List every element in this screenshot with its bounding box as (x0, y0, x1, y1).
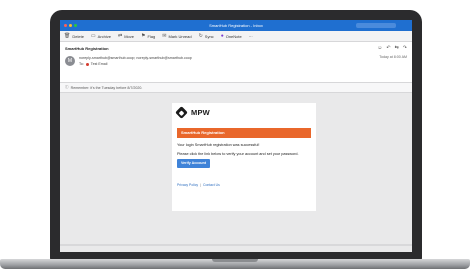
delete-label: Delete (72, 33, 84, 39)
email-client-window: SmartHub Registration - Inbox 🗑 Delete ▭… (60, 20, 412, 252)
email-message-line-1: Your login SmartHub registration was suc… (177, 143, 260, 147)
to-label: To: (79, 62, 84, 66)
footer-links: Privacy Policy | Contact Us (177, 183, 220, 187)
mark-unread-icon: ✉ (162, 32, 167, 39)
more-button[interactable]: ··· (249, 34, 253, 39)
flag-button[interactable]: ⚑ Flag (140, 32, 156, 39)
sender-addresses[interactable]: noreply-smarthub@smarthub.coop; noreply-… (79, 56, 192, 60)
recipient-line: To: Test Email (79, 62, 107, 66)
laptop-notch (212, 259, 258, 262)
message-toolbar: 🗑 Delete ▭ Archive ⇄ Move ⚑ Flag ✉ Mark … (60, 31, 412, 42)
delete-button[interactable]: 🗑 Delete (64, 32, 84, 39)
logo-mark-icon (175, 106, 188, 119)
sync-icon: ↻ (198, 32, 203, 39)
reply-all-icon[interactable]: ⇆ (395, 45, 399, 51)
sync-button[interactable]: ↻ Sync (198, 32, 214, 39)
privacy-policy-link[interactable]: Privacy Policy (177, 183, 198, 187)
company-logo: MPW (175, 106, 210, 119)
window-search-field[interactable] (356, 23, 396, 28)
archive-icon: ▭ (90, 32, 96, 39)
recipient-name[interactable]: Test Email (91, 62, 108, 66)
archive-label: Archive (97, 33, 111, 39)
email-content: MPW SmartHub Registration Your login Sma… (172, 103, 316, 211)
delete-icon: 🗑 (64, 32, 71, 39)
flag-label: Flag (147, 33, 156, 39)
header-actions: ☺ ↶ ⇆ ↷ (377, 45, 407, 51)
onenote-button[interactable]: ● OneNote (220, 32, 242, 39)
contact-us-link[interactable]: Contact Us (203, 183, 220, 187)
window-titlebar: SmartHub Registration - Inbox (60, 20, 412, 31)
move-label: Move (124, 33, 134, 39)
info-notice-bar: ⓘ Remember: it's the Tuesday before 8/7/… (60, 83, 412, 93)
forward-icon[interactable]: ↷ (403, 45, 407, 51)
email-message-line-2: Please click the link below to verify yo… (177, 152, 299, 156)
move-button[interactable]: ⇄ Move (118, 32, 134, 39)
mark-unread-button[interactable]: ✉ Mark Unread (162, 32, 192, 39)
recipient-status-dot (85, 62, 89, 66)
more-icon: ··· (248, 33, 253, 39)
archive-button[interactable]: ▭ Archive (90, 32, 111, 39)
verify-account-button[interactable]: Verify Account (177, 159, 210, 168)
horizontal-scrollbar[interactable] (60, 244, 412, 246)
notice-text: Remember: it's the Tuesday before 8/7/20… (70, 85, 143, 90)
mark-unread-label: Mark Unread (168, 33, 192, 39)
info-icon: ⓘ (65, 85, 69, 89)
move-icon: ⇄ (118, 32, 123, 39)
avatar: M (65, 56, 75, 66)
message-subject: SmartHub Registration (65, 46, 109, 51)
message-body: MPW SmartHub Registration Your login Sma… (60, 93, 412, 252)
reply-icon[interactable]: ↶ (386, 45, 390, 51)
message-date: Today at 8:00 AM (379, 55, 407, 59)
onenote-label: OneNote (225, 33, 242, 39)
flag-icon: ⚑ (140, 32, 146, 39)
email-banner: SmartHub Registration (177, 128, 311, 138)
emoji-react-icon[interactable]: ☺ (377, 45, 382, 51)
onenote-icon: ● (220, 32, 224, 39)
logo-text: MPW (191, 108, 210, 117)
link-separator: | (200, 183, 201, 187)
sync-label: Sync (204, 33, 214, 39)
message-header: SmartHub Registration M noreply-smarthub… (60, 42, 412, 83)
